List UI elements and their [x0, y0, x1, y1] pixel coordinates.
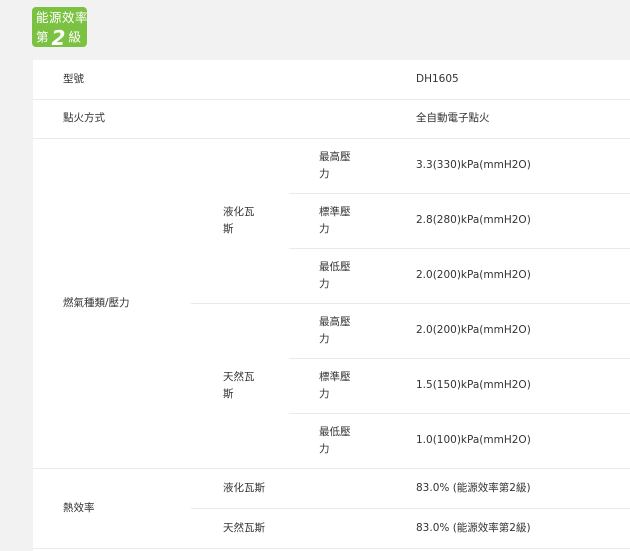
std-pressure-label: 標準壓力: [289, 358, 416, 414]
lpg-max-value: 3.3(330)kPa(mmH2O): [416, 138, 630, 194]
ng-std-value: 1.5(150)kPa(mmH2O): [416, 358, 630, 414]
max-pressure-label: 最高壓力: [289, 138, 416, 194]
badge-grade-line: 第2級: [36, 27, 81, 48]
lpg-label: 液化瓦斯: [191, 138, 289, 304]
efficiency-label: 熱效率: [33, 468, 191, 549]
ignition-value: 全自動電子點火: [416, 99, 630, 139]
max-pressure-label: 最高壓力: [289, 303, 416, 359]
badge-suffix: 級: [68, 29, 81, 45]
efficiency-lpg-value: 83.0% (能源效率第2級): [416, 468, 630, 509]
model-label: 型號: [33, 60, 416, 100]
ng-min-value: 1.0(100)kPa(mmH2O): [416, 413, 630, 469]
table-row-ignition: 點火方式 全自動電子點火: [33, 99, 630, 139]
table-row-model: 型號 DH1605: [33, 60, 630, 100]
ng-max-value: 2.0(200)kPa(mmH2O): [416, 303, 630, 359]
ignition-label: 點火方式: [33, 99, 416, 139]
min-pressure-label: 最低壓力: [289, 248, 416, 304]
spec-table-card: 型號 DH1605 點火方式 全自動電子點火 燃氣種類/壓力 液化瓦斯 最高壓力…: [33, 60, 630, 551]
lpg-min-value: 2.0(200)kPa(mmH2O): [416, 248, 630, 304]
table-row-lpg-max: 燃氣種類/壓力 液化瓦斯 最高壓力 3.3(330)kPa(mmH2O): [33, 138, 630, 469]
badge-prefix: 第: [36, 29, 49, 45]
badge-title: 能源效率: [36, 10, 89, 25]
spec-table: 型號 DH1605 點火方式 全自動電子點火 燃氣種類/壓力 液化瓦斯 最高壓力…: [33, 60, 630, 549]
ng-label: 天然瓦斯: [191, 303, 289, 469]
min-pressure-label: 最低壓力: [289, 413, 416, 469]
badge-grade-number: 2: [51, 25, 66, 50]
energy-efficiency-badge: 能源效率 第2級: [32, 7, 89, 48]
table-row-efficiency-lpg: 熱效率 液化瓦斯 83.0% (能源效率第2級): [33, 468, 630, 549]
std-pressure-label: 標準壓力: [289, 193, 416, 249]
efficiency-lpg-label: 液化瓦斯: [191, 468, 416, 509]
lpg-std-value: 2.8(280)kPa(mmH2O): [416, 193, 630, 249]
efficiency-ng-value: 83.0% (能源效率第2級): [416, 508, 630, 549]
efficiency-ng-label: 天然瓦斯: [191, 508, 416, 549]
model-value: DH1605: [416, 60, 630, 100]
gas-type-label: 燃氣種類/壓力: [33, 138, 191, 469]
